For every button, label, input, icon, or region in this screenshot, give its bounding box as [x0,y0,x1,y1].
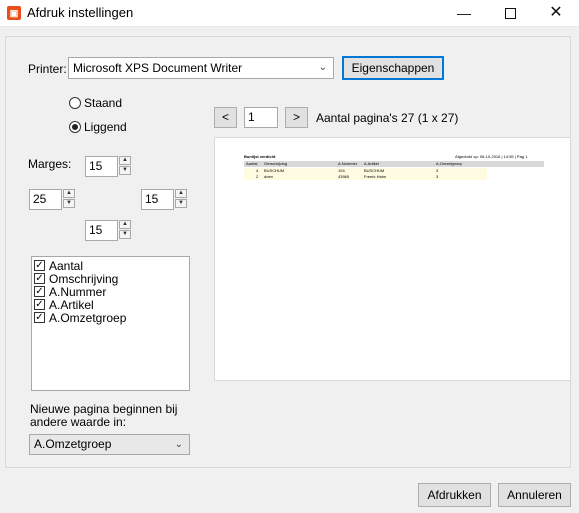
field-label: A.Artikel [49,298,94,312]
close-icon: ✕ [549,4,563,21]
preview-cell: BUSCHUM [264,168,285,173]
page-count-text: Aantal pagina's 27 (1 x 27) [316,111,459,125]
window-title: Afdruk instellingen [27,5,134,20]
preview-cell: 3 [436,168,439,173]
new-page-label-line1: Nieuwe pagina beginnen bij [30,402,178,416]
new-page-label-line2: andere waarde in: [30,415,127,429]
print-button-label: Afdrukken [427,488,482,502]
maximize-button[interactable] [487,0,533,26]
app-logo-icon: ▣ [7,6,21,20]
radio-portrait[interactable] [69,97,81,109]
margin-left-up[interactable]: ▲ [63,189,75,198]
minimize-icon: — [457,5,471,21]
preview-col-header: A.Omzetgroep [436,161,462,166]
prev-page-button[interactable]: < [214,107,237,128]
new-page-select[interactable]: A.Omzetgroep ⌄ [29,434,190,455]
chevron-down-icon: ⌄ [174,439,183,450]
checkbox-checked[interactable]: ✓ [34,312,45,323]
margin-left-down[interactable]: ▼ [63,199,75,208]
properties-button-label: Eigenschappen [351,61,435,75]
preview-col-header: Omschrijving [264,161,288,166]
margin-top-input[interactable]: 15 [85,156,118,177]
preview-cell: BUSCHUM [364,168,385,173]
minimize-button[interactable]: — [441,0,487,26]
checkbox-checked[interactable]: ✓ [34,260,45,271]
field-label: Omschrijving [49,272,119,286]
margin-right-input[interactable]: 15 [141,189,174,210]
preview-col-header: A.Nummer [338,161,358,166]
preview-cell: 104 [338,168,345,173]
preview-col-header: Aantal [246,161,258,166]
margin-bottom-input[interactable]: 15 [85,220,118,241]
cancel-button[interactable]: Annuleren [498,483,571,507]
properties-button[interactable]: Eigenschappen [342,56,444,80]
checkbox-checked[interactable]: ✓ [34,299,45,310]
field-label: A.Nummer [49,285,107,299]
preview-cell: 43965 [338,174,350,179]
next-page-button[interactable]: > [285,107,308,128]
margin-left-input[interactable]: 25 [29,189,62,210]
preview-cell: Freerk Halm [364,174,387,179]
maximize-icon [504,8,516,19]
prev-page-label: < [221,110,229,124]
checkbox-checked[interactable]: ✓ [34,273,45,284]
preview-cell: 2 [256,174,259,179]
new-page-select-value: A.Omzetgroep [34,437,112,451]
margin-top-down[interactable]: ▼ [119,166,131,175]
cancel-button-label: Annuleren [507,488,562,502]
preview-row: 2 doen 43965 Freerk Halm 3 [244,174,487,180]
radio-landscape[interactable] [69,121,81,133]
printer-select[interactable]: Microsoft XPS Document Writer ⌄ [68,57,334,79]
preview-table-header: Aantal Omschrijving A.Nummer A.Artikel A… [244,161,544,167]
page-number-input[interactable]: 1 [244,107,278,128]
preview-cell: 4 [256,168,259,173]
chevron-down-icon: ⌄ [318,62,327,73]
close-button[interactable]: ✕ [533,0,579,26]
printer-select-value: Microsoft XPS Document Writer [73,61,243,75]
field-label: Aantal [49,259,84,273]
portrait-label: Staand [84,96,123,110]
margin-bottom-up[interactable]: ▲ [119,220,131,229]
printer-label: Printer: [28,62,67,76]
margin-bottom-down[interactable]: ▼ [119,230,131,239]
margin-right-up[interactable]: ▲ [175,189,187,198]
field-label: A.Omzetgroep [49,311,127,325]
print-preview: Bonlijst verdicht Afgedrukt op: 06-10-20… [214,137,571,381]
preview-cell: 3 [436,174,439,179]
margin-top-up[interactable]: ▲ [119,156,131,165]
margins-label: Marges: [28,157,72,171]
preview-header-right: Afgedrukt op: 06-10-2016 | 14:55 | Pag 1 [455,154,528,159]
next-page-label: > [292,110,300,124]
title-bar: ▣ Afdruk instellingen — ✕ [0,0,579,27]
preview-cell: doen [264,174,273,179]
landscape-label: Liggend [84,120,127,134]
margin-right-down[interactable]: ▼ [175,199,187,208]
preview-title: Bonlijst verdicht [244,154,276,159]
fields-checklist[interactable]: ✓ Aantal ✓ Omschrijving ✓ A.Nummer ✓ A.A… [31,256,190,391]
checkbox-checked[interactable]: ✓ [34,286,45,297]
preview-col-header: A.Artikel [364,161,379,166]
print-button[interactable]: Afdrukken [418,483,491,507]
